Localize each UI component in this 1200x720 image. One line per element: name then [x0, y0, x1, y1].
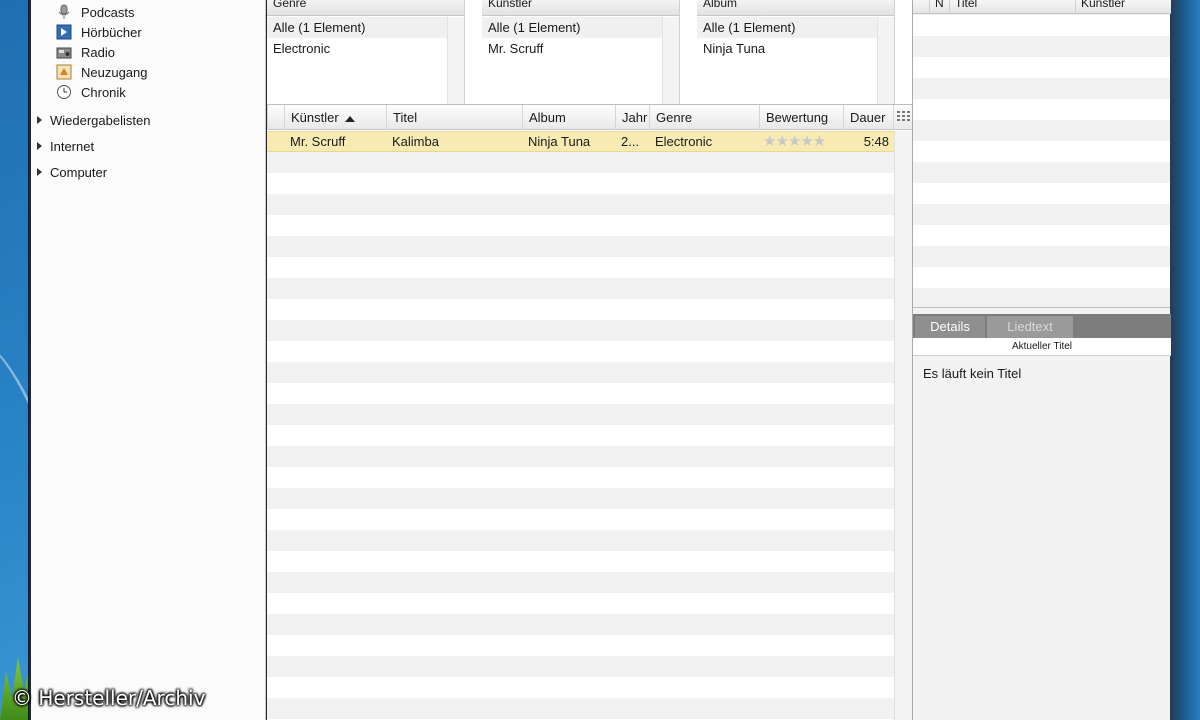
sidebar-group-label: Wiedergabelisten	[50, 112, 151, 128]
sidebar-item-radio[interactable]: Radio	[55, 42, 115, 62]
cell-duration: 5:48	[863, 134, 889, 149]
sidebar: Podcasts Hörbücher Radio Neuzugang Chron…	[31, 0, 266, 720]
pane-header[interactable]: Album	[697, 0, 894, 16]
pane-header[interactable]: Künstler	[482, 0, 679, 16]
sidebar-group-label: Internet	[50, 138, 95, 154]
column-header-blank[interactable]	[267, 105, 284, 130]
column-header-genre[interactable]: Genre	[649, 105, 759, 130]
queue-column-artist[interactable]: Künstler	[1075, 0, 1171, 14]
window-border-right	[1170, 0, 1200, 720]
queue-column-title[interactable]: Titel	[949, 0, 1075, 14]
queue-column-number[interactable]: N	[929, 0, 949, 14]
pane-scrollbar[interactable]	[877, 17, 894, 104]
sidebar-item-chronik[interactable]: Chronik	[55, 82, 126, 102]
copyright-watermark: © Hersteller/Archiv	[12, 686, 206, 710]
queue-list[interactable]	[913, 15, 1170, 308]
info-tab-bar: Details Liedtext	[913, 314, 1171, 338]
current-track-header: Aktueller Titel	[913, 338, 1171, 356]
sidebar-item-label: Hörbücher	[81, 24, 142, 40]
new-arrivals-icon	[55, 64, 73, 80]
sidebar-item-neuzugang[interactable]: Neuzugang	[55, 62, 148, 82]
sort-ascending-icon	[344, 115, 355, 122]
track-row[interactable]: Mr. Scruff Kalimba Ninja Tuna 2... Elect…	[267, 131, 894, 152]
sidebar-item-hoerbuecher[interactable]: Hörbücher	[55, 22, 142, 42]
queue-column-blank[interactable]	[913, 0, 929, 14]
sidebar-group-computer[interactable]: Computer	[37, 162, 107, 182]
audiobook-icon	[55, 24, 73, 40]
sidebar-item-podcasts[interactable]: Podcasts	[55, 2, 134, 22]
column-header-year[interactable]: Jahr	[615, 105, 649, 130]
column-header-title[interactable]: Titel	[386, 105, 522, 130]
column-header-album[interactable]: Album	[522, 105, 615, 130]
column-chooser-icon[interactable]	[893, 105, 912, 130]
pane-row-all[interactable]: Alle (1 Element)	[697, 17, 894, 38]
clock-icon	[55, 84, 73, 100]
column-header-rating[interactable]: Bewertung	[759, 105, 843, 130]
expand-arrow-icon[interactable]	[37, 116, 42, 124]
pane-scrollbar[interactable]	[447, 17, 464, 104]
rating-stars[interactable]: ★★★★★	[763, 132, 839, 153]
now-playing-text: Es läuft kein Titel	[923, 366, 1022, 381]
genre-pane: Genre Alle (1 Element) Electronic	[267, 0, 465, 104]
pane-scrollbar[interactable]	[662, 17, 679, 104]
expand-arrow-icon[interactable]	[37, 142, 42, 150]
sidebar-item-label: Podcasts	[81, 4, 135, 20]
cell-album: Ninja Tuna	[528, 134, 591, 149]
column-header-duration[interactable]: Dauer	[843, 105, 893, 130]
cell-genre: Electronic	[655, 134, 713, 149]
sidebar-group-internet[interactable]: Internet	[37, 136, 94, 156]
column-header-artist[interactable]: Künstler	[284, 105, 386, 130]
microphone-icon	[55, 4, 73, 20]
sidebar-group-label: Computer	[50, 164, 108, 180]
desktop-background	[0, 0, 30, 720]
pane-row[interactable]: Ninja Tuna	[697, 38, 894, 59]
sidebar-item-label: Chronik	[81, 84, 126, 100]
sidebar-item-label: Neuzugang	[81, 64, 148, 80]
pane-header[interactable]: Genre	[267, 0, 464, 16]
sidebar-group-wiedergabelisten[interactable]: Wiedergabelisten	[37, 110, 150, 130]
cell-year: 2...	[621, 134, 640, 149]
album-pane: Album Alle (1 Element) Ninja Tuna	[697, 0, 895, 104]
tab-details[interactable]: Details	[915, 316, 985, 338]
right-panel: N Titel Künstler Details Liedtext Aktuel…	[912, 0, 1171, 720]
artist-pane: Künstler Alle (1 Element) Mr. Scruff	[482, 0, 680, 104]
tab-liedtext[interactable]: Liedtext	[987, 316, 1073, 338]
radio-icon	[55, 44, 73, 60]
queue-column-headers: N Titel Künstler	[913, 0, 1171, 14]
pane-row-all[interactable]: Alle (1 Element)	[482, 17, 679, 38]
pane-row[interactable]: Electronic	[267, 38, 464, 59]
track-list-scrollbar[interactable]	[894, 131, 912, 720]
column-header-bar: Künstler Titel Album Jahr Genre Bewertun…	[267, 105, 912, 130]
track-list: Künstler Titel Album Jahr Genre Bewertun…	[267, 105, 912, 720]
cell-title: Kalimba	[392, 134, 439, 149]
cell-artist: Mr. Scruff	[290, 134, 346, 149]
expand-arrow-icon[interactable]	[37, 168, 42, 176]
desktop-swoosh	[0, 322, 30, 598]
sidebar-item-label: Radio	[81, 44, 115, 60]
pane-row-all[interactable]: Alle (1 Element)	[267, 17, 464, 38]
library-browser: Genre Alle (1 Element) Electronic Künstl…	[267, 0, 912, 105]
track-rows: Mr. Scruff Kalimba Ninja Tuna 2... Elect…	[267, 131, 894, 720]
pane-row[interactable]: Mr. Scruff	[482, 38, 679, 59]
